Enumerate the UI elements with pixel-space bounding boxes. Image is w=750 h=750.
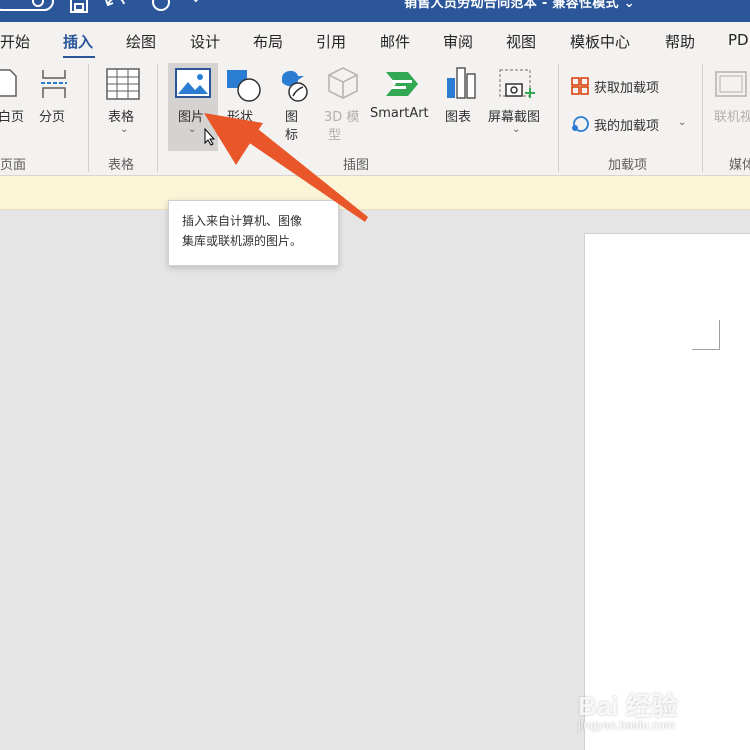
group-divider <box>88 64 89 172</box>
ribbon-tabs: 开始 插入 绘图 设计 布局 引用 邮件 审阅 视图 模板中心 帮助 PD <box>0 22 750 59</box>
tab-layout[interactable]: 布局 <box>253 31 283 52</box>
autosave-toggle[interactable] <box>0 0 54 11</box>
tooltip-line-2: 集库或联机源的图片。 <box>182 234 303 248</box>
screenshot-button[interactable]: 屏幕截图 ⌄ <box>486 66 548 150</box>
mouse-cursor-icon <box>204 128 216 146</box>
document-page[interactable] <box>584 233 750 750</box>
table-icon <box>106 68 140 100</box>
group-divider <box>702 64 703 172</box>
ribbon: 白页 分页 页面 表格 ⌄ 表格 图片 ⌄ 形状 图 标 3D 模 型 Smar… <box>0 58 750 176</box>
smartart-button[interactable]: SmartArt <box>370 66 434 136</box>
cube-icon <box>328 67 358 99</box>
tab-design[interactable]: 设计 <box>190 31 220 52</box>
title-chevron-icon[interactable]: ⌄ <box>624 0 635 11</box>
blank-page-button[interactable]: 白页 <box>0 66 30 136</box>
shapes-icon <box>227 70 261 102</box>
tab-home[interactable]: 开始 <box>0 31 30 52</box>
bar-chart-icon <box>447 67 476 99</box>
illustrations-group-label: 插图 <box>343 158 370 173</box>
tooltip-line-1: 插入来自计算机、图像 <box>182 214 303 228</box>
tab-help[interactable]: 帮助 <box>665 31 695 52</box>
tab-draw[interactable]: 绘图 <box>126 31 156 52</box>
get-addins-button[interactable]: 获取加载项 <box>570 76 680 98</box>
document-title: 销售人员劳动合同范本 - 兼容性模式 ⌄ <box>404 0 635 11</box>
blank-page-icon <box>0 69 17 97</box>
qat-more-chevron-icon[interactable]: ⌄ <box>190 0 212 10</box>
tab-pdf[interactable]: PD <box>728 31 749 49</box>
puzzle-icon <box>572 116 589 132</box>
picture-icon <box>175 68 211 98</box>
tab-insert[interactable]: 插入 <box>63 31 93 52</box>
my-addins-button[interactable]: 我的加载项 ⌄ <box>570 114 690 136</box>
watermark-url: jingyan.baidu.com <box>578 718 675 732</box>
message-bar <box>0 176 750 210</box>
screenshot-chevron-icon: ⌄ <box>512 124 521 135</box>
media-group-label: 媒体 <box>729 158 750 173</box>
pages-group-label: 页面 <box>0 158 27 173</box>
tab-mailings[interactable]: 邮件 <box>380 31 410 52</box>
tab-review[interactable]: 审阅 <box>443 31 473 52</box>
tab-template-center[interactable]: 模板中心 <box>570 31 630 52</box>
page-margin-corner-mark <box>692 320 720 350</box>
save-icon[interactable] <box>68 0 90 14</box>
title-bar: ⌄ 销售人员劳动合同范本 - 兼容性模式 ⌄ <box>0 0 750 22</box>
shapes-button[interactable]: 形状 <box>222 66 264 136</box>
my-addins-chevron-icon: ⌄ <box>678 117 687 128</box>
icons-bird-leaf-icon <box>282 70 308 102</box>
chart-button[interactable]: 图表 <box>444 66 478 136</box>
page-break-button[interactable]: 分页 <box>36 66 72 136</box>
tab-view[interactable]: 视图 <box>506 31 536 52</box>
undo-icon[interactable] <box>104 0 126 14</box>
table-button[interactable]: 表格 ⌄ <box>104 66 144 146</box>
icons-button[interactable]: 图 标 <box>274 66 310 150</box>
pictures-tooltip: 插入来自计算机、图像 集库或联机源的图片。 <box>168 200 339 266</box>
tables-group-label: 表格 <box>108 158 135 173</box>
pictures-chevron-icon: ⌄ <box>188 124 197 135</box>
toggle-knob-icon <box>32 0 44 7</box>
smartart-icon <box>386 72 418 96</box>
3d-models-button[interactable]: 3D 模 型 <box>322 66 366 150</box>
tab-references[interactable]: 引用 <box>316 31 346 52</box>
online-video-icon <box>715 71 747 97</box>
redo-icon[interactable] <box>150 0 172 14</box>
page-break-icon <box>41 70 67 98</box>
store-icon <box>571 77 589 95</box>
group-divider <box>157 64 158 172</box>
online-video-button[interactable]: 联机视 <box>714 66 750 136</box>
addins-group-label: 加载项 <box>608 158 648 173</box>
group-divider <box>558 64 559 172</box>
table-chevron-icon: ⌄ <box>120 124 129 135</box>
screenshot-camera-icon <box>499 69 535 98</box>
